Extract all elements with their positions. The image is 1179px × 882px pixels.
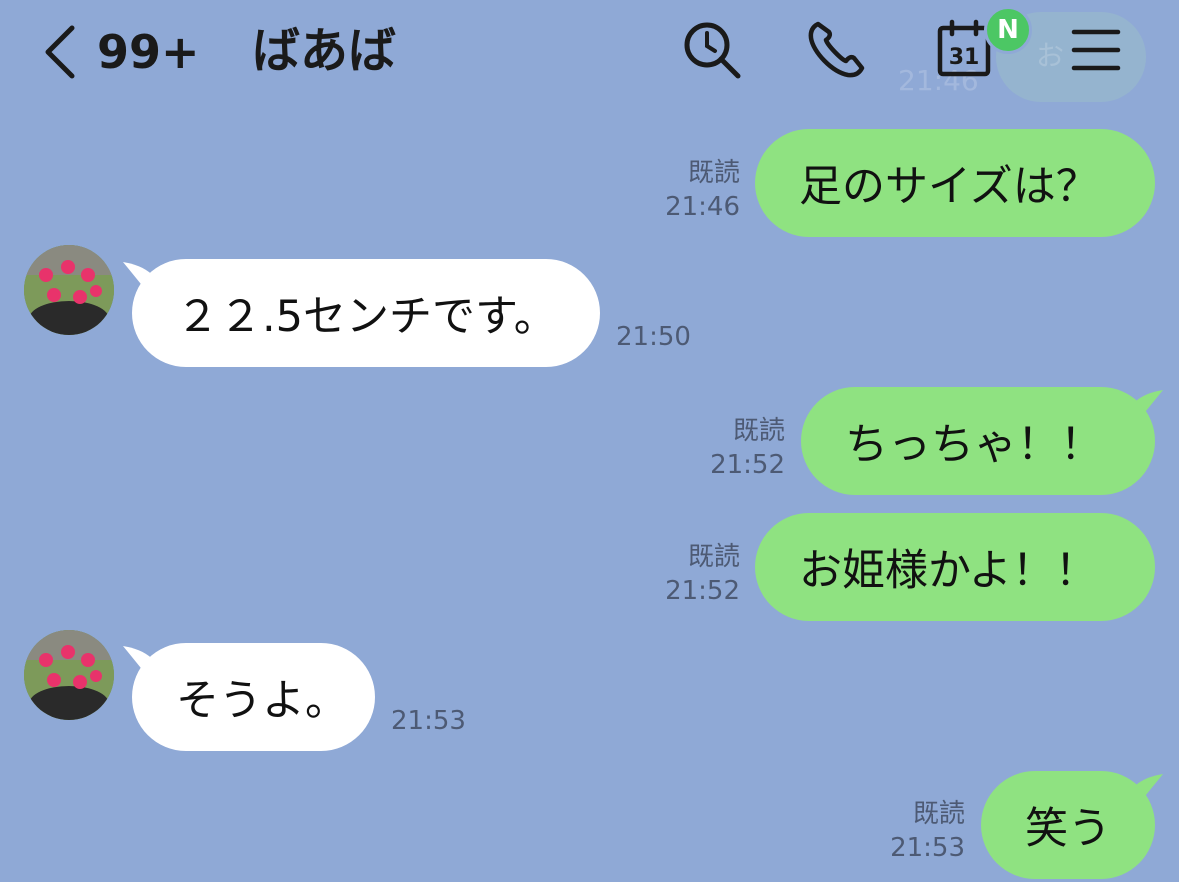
message-time: 21:46 [665,192,740,222]
chat-header: お 21:46 99+ ばあば 31 N [0,0,1179,110]
outgoing-message[interactable]: 笑う [981,771,1155,879]
calendar-day: 31 [949,45,980,70]
ghost-text: お [1036,39,1065,72]
flower-avatar-icon [24,245,114,335]
back-button[interactable] [38,22,82,82]
flower-avatar-icon [24,630,114,720]
avatar[interactable] [24,630,114,720]
menu-icon [1071,29,1121,71]
message-meta: 既読 21:52 [665,540,740,608]
chat-title: ばあば [252,23,397,79]
avatar[interactable] [24,245,114,335]
message-time: 21:52 [710,450,785,480]
read-receipt: 既読 [912,799,965,829]
message-time: 21:53 [890,833,965,863]
message-time: 21:50 [616,322,691,352]
message-time: 21:53 [391,706,466,736]
message-time: 21:52 [665,576,740,606]
message-meta: 既読 21:52 [710,414,785,482]
message-meta: 既読 21:53 [890,797,965,865]
phone-icon [808,21,865,78]
outgoing-message[interactable]: ちっちゃ！！ [801,387,1155,495]
outgoing-message[interactable]: 足のサイズは？ [755,129,1155,237]
incoming-message[interactable]: ２２.5センチです。 [132,259,600,367]
outgoing-message[interactable]: お姫様かよ！！ [755,513,1155,621]
call-button[interactable] [804,18,868,82]
incoming-message[interactable]: そうよ。 [132,643,375,751]
new-badge: N [984,6,1032,54]
back-chevron-icon [45,25,75,79]
unread-count[interactable]: 99+ [97,22,200,82]
search-icon [684,22,741,79]
search-button[interactable] [680,18,744,82]
read-receipt: 既読 [732,416,785,446]
message-meta: 既読 21:46 [665,156,740,224]
read-receipt: 既読 [687,158,740,188]
menu-button[interactable] [1064,18,1128,82]
read-receipt: 既読 [687,542,740,572]
